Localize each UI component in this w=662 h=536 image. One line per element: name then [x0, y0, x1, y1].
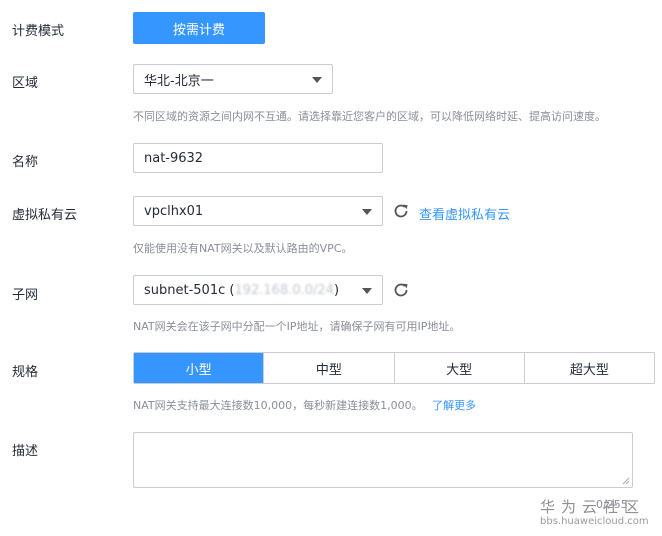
billing-label: 计费模式 — [12, 24, 65, 39]
spec-segmented-control: 小型 中型 大型 超大型 — [133, 352, 655, 384]
subnet-hint: NAT网关会在该子网中分配一个IP地址，请确保子网有可用IP地址。 — [133, 320, 461, 333]
subnet-select-value: subnet-501c ( — [144, 282, 235, 298]
vpc-hint: 仅能使用没有NAT网关以及默认路由的VPC。 — [133, 242, 353, 255]
spec-option-large[interactable]: 大型 — [393, 353, 524, 383]
vpc-label: 虚拟私有云 — [12, 208, 78, 223]
subnet-label: 子网 — [12, 288, 39, 303]
description-label: 描述 — [12, 444, 39, 459]
chevron-down-icon — [312, 77, 322, 83]
subnet-select-suffix: ) — [333, 282, 340, 298]
vpc-select[interactable]: vpclhx01 — [133, 196, 383, 226]
name-input[interactable]: nat-9632 — [133, 143, 383, 173]
refresh-icon[interactable] — [391, 201, 411, 221]
spec-hint: NAT网关支持最大连接数10,000，每秒新建连接数1,000。 了解更多 — [133, 397, 476, 413]
watermark-brand: 华为云社区 — [540, 498, 646, 516]
on-demand-billing-button[interactable]: 按需计费 — [133, 12, 265, 44]
watermark-url: bbs.huaweicloud.com — [540, 516, 649, 527]
chevron-down-icon — [362, 288, 372, 294]
subnet-select[interactable]: subnet-501c (192.168.0.0/24) — [133, 275, 383, 305]
spec-hint-text: NAT网关支持最大连接数10,000，每秒新建连接数1,000。 — [133, 399, 423, 412]
spec-option-small[interactable]: 小型 — [134, 353, 264, 383]
subnet-cidr-redacted: 192.168.0.0/24 — [234, 282, 334, 298]
region-hint: 不同区域的资源之间内网不互通。请选择靠近您客户的区域，可以降低网络时延、提高访问… — [133, 110, 606, 123]
view-vpc-link[interactable]: 查看虚拟私有云 — [419, 204, 510, 223]
region-label: 区域 — [12, 76, 39, 91]
description-char-counter: 0/255 — [596, 498, 628, 511]
vpc-select-value: vpclhx01 — [144, 203, 204, 219]
spec-label: 规格 — [12, 365, 39, 380]
region-select-value: 华北-北京一 — [144, 73, 214, 89]
chevron-down-icon — [362, 209, 372, 215]
region-select[interactable]: 华北-北京一 — [133, 64, 333, 94]
name-input-value: nat-9632 — [144, 150, 204, 166]
spec-option-xlarge[interactable]: 超大型 — [523, 353, 654, 383]
learn-more-link[interactable]: 了解更多 — [432, 399, 476, 412]
refresh-icon[interactable] — [391, 280, 411, 300]
resize-handle-icon[interactable] — [622, 477, 630, 485]
description-textarea[interactable] — [133, 432, 633, 488]
spec-option-medium[interactable]: 中型 — [263, 353, 393, 383]
name-label: 名称 — [12, 155, 39, 170]
